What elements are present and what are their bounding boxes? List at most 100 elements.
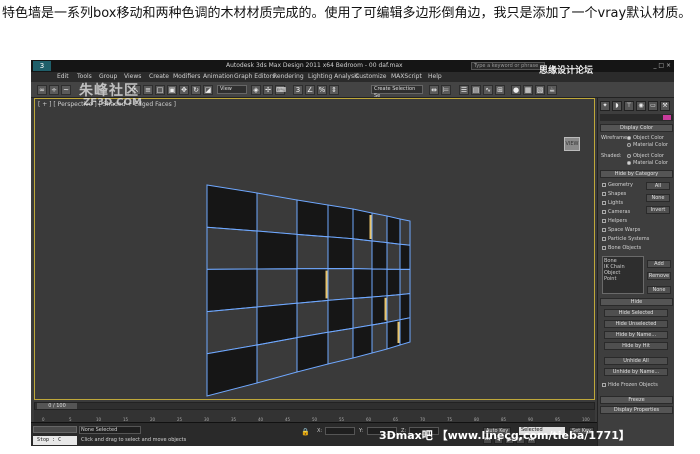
render-setup-icon[interactable]: ▦ <box>523 85 533 95</box>
wall-panel[interactable] <box>206 184 258 232</box>
rotate-icon[interactable]: ↻ <box>191 85 201 95</box>
wall-panel[interactable] <box>386 268 401 297</box>
spinner-snap-icon[interactable]: ⇕ <box>329 85 339 95</box>
app-logo-icon[interactable]: 3 <box>33 61 51 71</box>
unhide-by-name-button[interactable]: Unhide by Name... <box>604 368 668 376</box>
link-icon[interactable]: ∞ <box>37 85 47 95</box>
align-icon[interactable]: ⊨ <box>441 85 451 95</box>
wall-panel[interactable] <box>296 233 329 270</box>
select-by-name-icon[interactable]: ≡ <box>143 85 153 95</box>
menu-graph-editors[interactable]: Graph Editors <box>234 73 275 80</box>
wall-panel[interactable] <box>399 218 411 246</box>
wall-panel[interactable] <box>386 215 401 245</box>
wall-panel[interactable] <box>256 230 298 270</box>
wall-panel[interactable] <box>327 236 354 270</box>
reference-coord-dropdown[interactable]: View <box>217 85 247 94</box>
move-icon[interactable]: ✥ <box>179 85 189 95</box>
wall-panel[interactable] <box>352 324 373 359</box>
wall-panel[interactable] <box>371 240 388 270</box>
category-bone-objects-checkbox[interactable]: Bone Objects <box>602 245 641 251</box>
mirror-icon[interactable]: ⇹ <box>429 85 439 95</box>
wall-panel[interactable] <box>386 242 401 270</box>
list-none-button[interactable]: None <box>647 286 671 294</box>
freeze-rollout[interactable]: Freeze <box>600 396 673 404</box>
wall-panel[interactable] <box>296 331 329 373</box>
menu-group[interactable]: Group <box>99 73 117 80</box>
category-helpers-checkbox[interactable]: Helpers <box>602 218 627 224</box>
wall-panel[interactable] <box>256 268 298 308</box>
modify-tab-icon[interactable]: ◗ <box>612 101 622 111</box>
category-listbox[interactable]: Bone IK Chain Object Point <box>602 256 644 294</box>
wall-panel[interactable] <box>327 327 354 365</box>
x-coord-field[interactable] <box>325 427 355 435</box>
category-shapes-checkbox[interactable]: Shapes <box>602 191 626 197</box>
menu-maxscript[interactable]: MAXScript <box>391 73 422 80</box>
hide-by-category-rollout[interactable]: Hide by Category <box>600 170 673 178</box>
pivot-center-icon[interactable]: ◈ <box>251 85 261 95</box>
category-cameras-checkbox[interactable]: Cameras <box>602 209 630 215</box>
menu-help[interactable]: Help <box>428 73 442 80</box>
maxscript-listener[interactable] <box>33 426 77 433</box>
category-invert-button[interactable]: Invert <box>646 206 670 214</box>
time-slider-thumb[interactable]: 0 / 100 <box>37 403 77 409</box>
window-controls[interactable]: _ □ × <box>653 62 671 69</box>
shaded-object-color-radio[interactable]: Object Color <box>627 153 664 159</box>
wall-panel[interactable] <box>352 268 373 299</box>
material-editor-icon[interactable]: ● <box>511 85 521 95</box>
display-color-rollout[interactable]: Display Color <box>600 124 673 132</box>
wall-panel[interactable] <box>256 336 298 384</box>
percent-snap-icon[interactable]: % <box>317 85 327 95</box>
wall-panel[interactable] <box>371 321 388 354</box>
wall-panel[interactable] <box>371 212 388 244</box>
category-geometry-checkbox[interactable]: Geometry <box>602 182 633 188</box>
curve-editor-icon[interactable]: ∿ <box>483 85 493 95</box>
keyboard-shortcut-icon[interactable]: ⌨ <box>275 85 286 95</box>
wall-panel[interactable] <box>399 317 411 346</box>
wall-panel[interactable] <box>206 344 258 397</box>
color-swatch[interactable] <box>663 115 671 120</box>
wall-panel[interactable] <box>296 268 329 304</box>
track-bar[interactable]: 0 5 10 15 20 25 30 35 40 45 50 55 60 65 70 75 80 85 90 95 10… <box>34 410 595 422</box>
rendered-frame-icon[interactable]: ▧ <box>535 85 545 95</box>
wall-panel[interactable] <box>256 192 298 235</box>
graphite-ribbon-icon[interactable]: ▤ <box>471 85 481 95</box>
display-properties-rollout[interactable]: Display Properties <box>600 406 673 414</box>
create-tab-icon[interactable]: ✦ <box>600 101 610 111</box>
list-add-button[interactable]: Add <box>647 260 671 268</box>
wall-panel[interactable] <box>296 199 329 238</box>
wall-panel[interactable] <box>352 238 373 270</box>
select-manipulate-icon[interactable]: ✢ <box>263 85 273 95</box>
shaded-material-color-radio[interactable]: Material Color <box>627 160 668 166</box>
list-item[interactable]: IK Chain Object <box>604 264 642 276</box>
wire-object-color-radio[interactable]: Object Color <box>627 135 664 141</box>
wall-panel[interactable] <box>327 297 354 333</box>
hide-frozen-checkbox[interactable]: Hide Frozen Objects <box>602 382 658 388</box>
wall-panel[interactable] <box>296 299 329 339</box>
wall-panel[interactable] <box>206 268 258 313</box>
utilities-tab-icon[interactable]: ⚒ <box>660 101 670 111</box>
menu-lighting-analysis[interactable]: Lighting Analysis <box>308 73 359 80</box>
wall-panel[interactable] <box>399 243 411 270</box>
window-crossing-icon[interactable]: ▣ <box>167 85 177 95</box>
menu-views[interactable]: Views <box>124 73 141 80</box>
rect-selection-icon[interactable]: □ <box>155 85 165 95</box>
wall-panel[interactable] <box>352 296 373 329</box>
selection-lock-icon[interactable]: 🔒 <box>301 428 310 436</box>
category-none-button[interactable]: None <box>646 194 670 202</box>
menu-animation[interactable]: Animation <box>203 73 234 80</box>
menu-modifiers[interactable]: Modifiers <box>173 73 200 80</box>
hide-selected-button[interactable]: Hide Selected <box>604 309 668 317</box>
menu-edit[interactable]: Edit <box>57 73 69 80</box>
snap-toggle-icon[interactable]: 3 <box>293 85 303 95</box>
search-input[interactable]: Type a keyword or phrase <box>471 62 545 70</box>
hide-by-name-button[interactable]: Hide by Name... <box>604 331 668 339</box>
menu-tools[interactable]: Tools <box>77 73 92 80</box>
scale-icon[interactable]: ◪ <box>203 85 213 95</box>
hide-unselected-button[interactable]: Hide Unselected <box>604 320 668 328</box>
unhide-all-button[interactable]: Unhide All <box>604 357 668 365</box>
category-lights-checkbox[interactable]: Lights <box>602 200 623 206</box>
render-production-icon[interactable]: ☕ <box>547 85 557 95</box>
schematic-view-icon[interactable]: ⊞ <box>495 85 505 95</box>
layer-manager-icon[interactable]: ☰ <box>459 85 469 95</box>
feature-wall-mesh[interactable] <box>35 99 596 401</box>
